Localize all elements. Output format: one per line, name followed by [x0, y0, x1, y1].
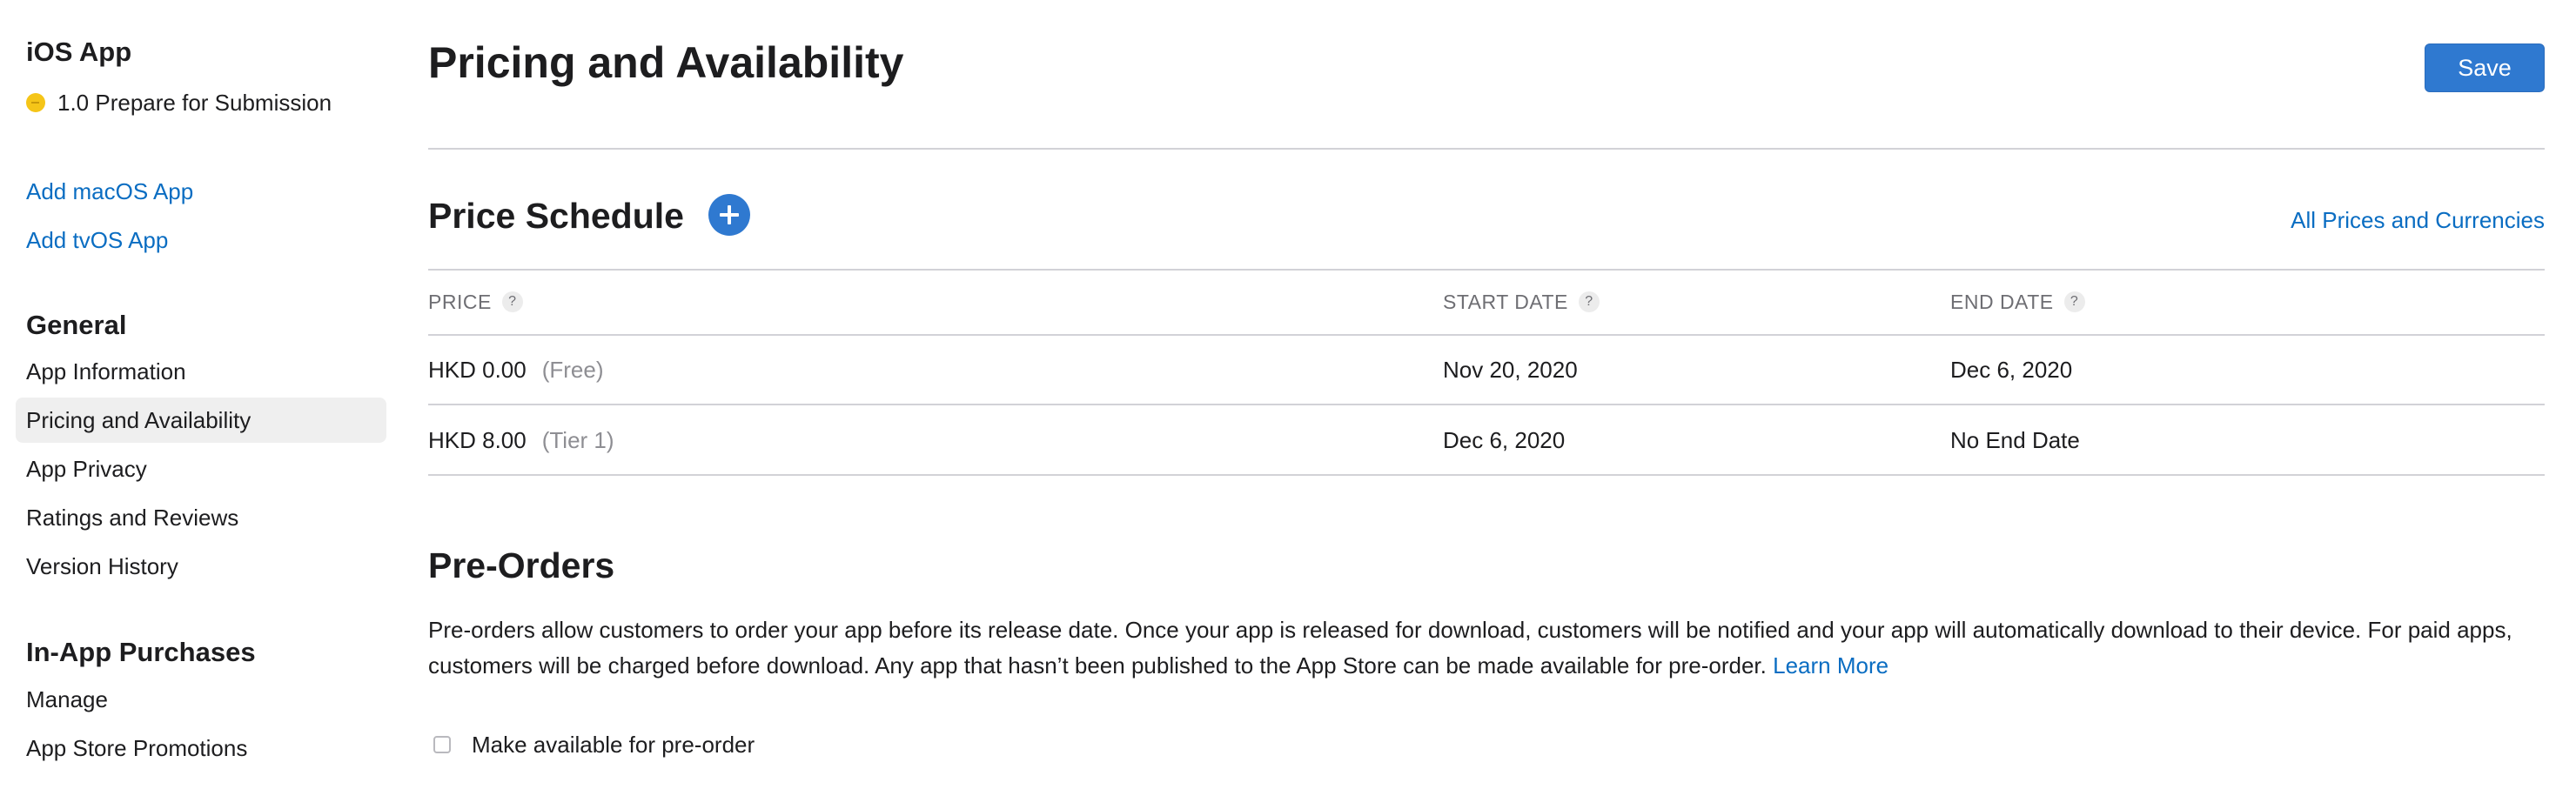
column-header-start-date: START DATE ?: [1443, 289, 1600, 315]
price-value: HKD 0.00: [428, 357, 527, 383]
main-content: Pricing and Availability Save Price Sche…: [428, 0, 2545, 809]
start-date-cell: Dec 6, 2020: [1443, 427, 1566, 453]
pre-orders-description: Pre-orders allow customers to order your…: [428, 612, 2545, 684]
start-date-cell: Nov 20, 2020: [1443, 357, 1578, 383]
column-header-end-date: END DATE ?: [1950, 289, 2085, 315]
page-title: Pricing and Availability: [428, 38, 904, 87]
price-tier: (Free): [541, 357, 604, 383]
general-heading: General: [26, 310, 127, 340]
sidebar-item-manage[interactable]: Manage: [16, 677, 386, 722]
price-tier: (Tier 1): [541, 427, 614, 453]
version-status[interactable]: 1.0 Prepare for Submission: [26, 87, 332, 118]
sidebar-item-app-information[interactable]: App Information: [16, 349, 386, 394]
price-schedule-title: Price Schedule: [428, 196, 684, 236]
sidebar-item-app-store-promotions[interactable]: App Store Promotions: [16, 725, 386, 771]
version-status-label: 1.0 Prepare for Submission: [57, 89, 332, 116]
price-table-top-divider: [428, 269, 2545, 271]
help-icon[interactable]: ?: [2063, 291, 2085, 312]
sidebar-item-app-privacy[interactable]: App Privacy: [16, 446, 386, 491]
pre-orders-description-text: Pre-orders allow customers to order your…: [428, 617, 2512, 679]
learn-more-link[interactable]: Learn More: [1773, 652, 1888, 679]
help-icon[interactable]: ?: [1578, 291, 1600, 312]
in-progress-status-icon: [26, 93, 45, 112]
app-title: iOS App: [26, 37, 132, 67]
sidebar-item-ratings-and-reviews[interactable]: Ratings and Reviews: [16, 495, 386, 540]
column-header-label: PRICE: [428, 290, 492, 313]
table-row-divider: [428, 404, 2545, 405]
sidebar: iOS App 1.0 Prepare for Submission Add m…: [0, 0, 393, 809]
save-button[interactable]: Save: [2425, 43, 2545, 92]
add-price-change-button[interactable]: [708, 194, 750, 236]
price-cell: HKD 0.00 (Free): [428, 355, 604, 384]
price-cell: HKD 8.00 (Tier 1): [428, 425, 614, 455]
pre-order-option[interactable]: Make available for pre-order: [433, 729, 755, 760]
end-date-cell: Dec 6, 2020: [1950, 357, 2073, 383]
in-app-purchases-heading: In-App Purchases: [26, 637, 256, 667]
sidebar-item-version-history[interactable]: Version History: [16, 544, 386, 589]
table-header-divider: [428, 334, 2545, 336]
add-tvos-app-link[interactable]: Add tvOS App: [26, 224, 168, 256]
price-value: HKD 8.00: [428, 427, 527, 453]
column-header-label: END DATE: [1950, 290, 2054, 313]
plus-icon: [720, 205, 739, 224]
pre-order-checkbox[interactable]: [433, 736, 451, 753]
end-date-cell: No End Date: [1950, 427, 2080, 453]
column-header-label: START DATE: [1443, 290, 1568, 313]
add-macos-app-link[interactable]: Add macOS App: [26, 176, 193, 207]
all-prices-and-currencies-link[interactable]: All Prices and Currencies: [2291, 205, 2545, 235]
sidebar-item-pricing-and-availability[interactable]: Pricing and Availability: [16, 398, 386, 443]
column-header-price: PRICE ?: [428, 289, 523, 315]
pre-orders-title: Pre-Orders: [428, 545, 615, 585]
header-divider: [428, 148, 2545, 150]
pre-order-checkbox-label[interactable]: Make available for pre-order: [472, 732, 755, 759]
help-icon[interactable]: ?: [501, 291, 523, 312]
price-table-bottom-divider: [428, 474, 2545, 476]
